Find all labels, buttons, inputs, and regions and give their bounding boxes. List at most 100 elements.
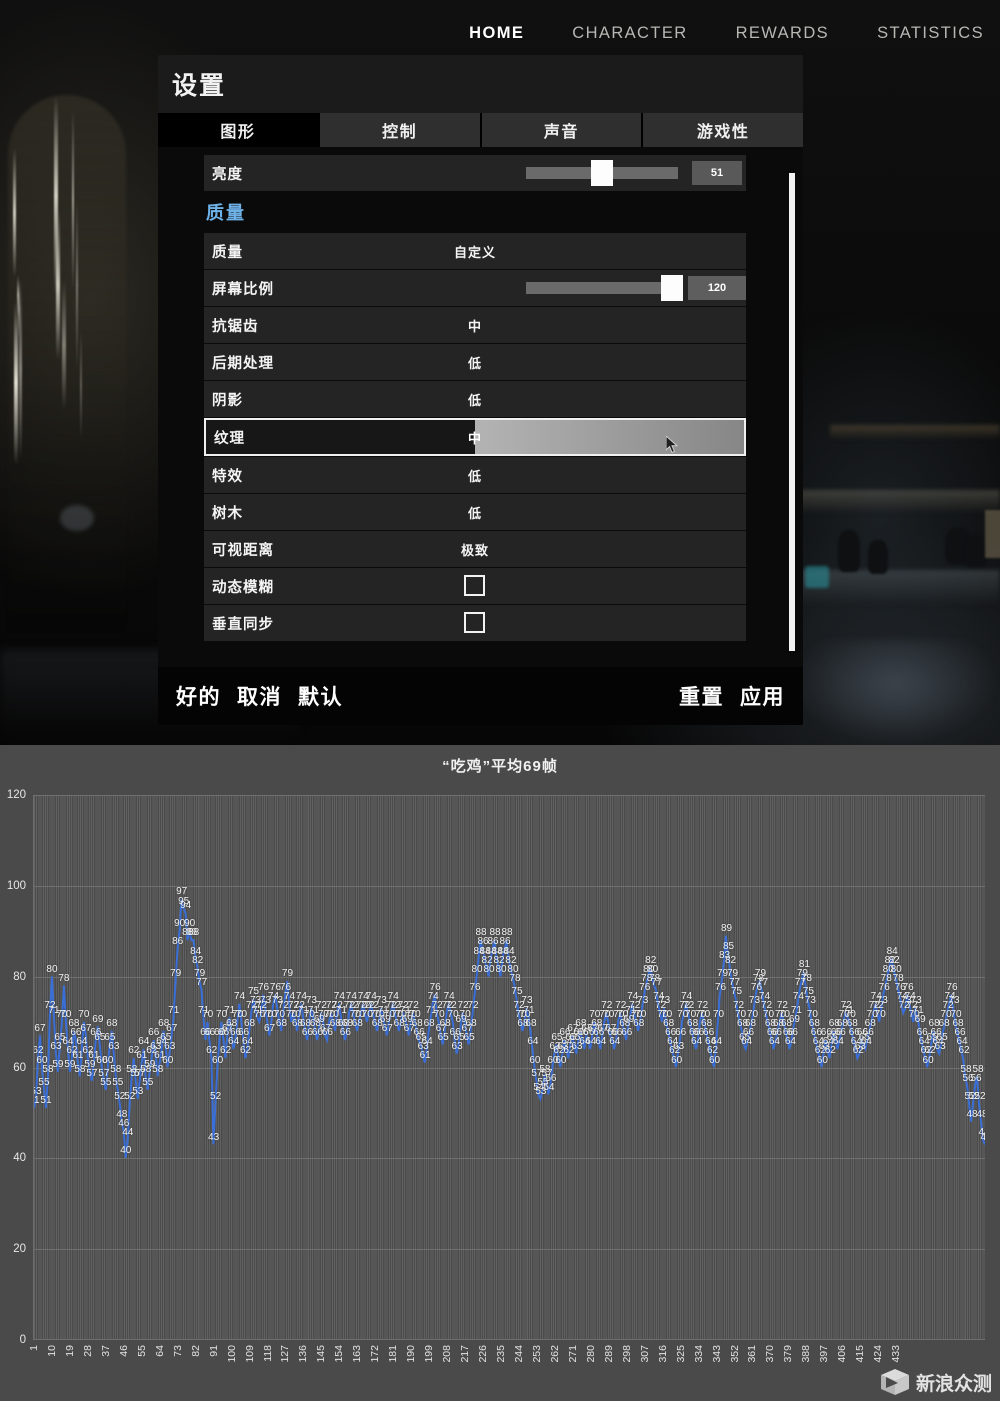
chart-x-tick-label: 64	[153, 1345, 166, 1357]
nav-item-character[interactable]: CHARACTER	[572, 24, 687, 43]
background-rock	[60, 505, 94, 531]
chart-x-tick-label: 298	[620, 1345, 633, 1363]
chart-y-axis-labels: 0 20 40 60 80 100 120	[0, 789, 30, 1346]
setting-row-screen-ratio[interactable]: 屏幕比例 120	[204, 270, 746, 306]
watermark: 新浪众测	[878, 1367, 992, 1397]
reset-button[interactable]: 重置	[679, 681, 724, 711]
settings-title: 设置	[172, 72, 227, 100]
light-streak	[62, 280, 66, 410]
chart-x-tick-label: 406	[836, 1345, 849, 1363]
setting-row-motion-blur[interactable]: 动态模糊	[204, 568, 746, 604]
cancel-button[interactable]: 取消	[237, 681, 282, 711]
setting-row-foliage[interactable]: 树木 低	[204, 494, 746, 530]
top-navigation: HOME CHARACTER REWARDS STATISTICS	[0, 18, 1000, 48]
chart-y-tick-label: 20	[13, 1243, 26, 1256]
chart-y-tick-label: 100	[6, 879, 26, 892]
chart-x-tick-label: 136	[297, 1345, 310, 1363]
light-streak	[13, 148, 16, 278]
watermark-text: 新浪众测	[915, 1373, 992, 1395]
chart-x-tick-label: 316	[656, 1345, 669, 1363]
chart-line-series	[34, 795, 985, 1339]
setting-highlight	[475, 420, 744, 454]
setting-row-view-distance[interactable]: 可视距离 极致	[204, 531, 746, 567]
setting-row-textures[interactable]: 纹理 中	[204, 418, 746, 456]
motion-blur-checkbox[interactable]	[464, 575, 485, 596]
chart-x-tick-label: 424	[872, 1345, 885, 1363]
setting-row-brightness[interactable]: 亮度 51	[204, 155, 746, 191]
setting-label-shadows: 阴影	[212, 392, 243, 409]
footer-right-buttons: 重置 应用	[679, 681, 785, 711]
chart-title: “吃鸡”平均69帧	[442, 758, 558, 775]
chart-x-tick-label: 172	[369, 1345, 382, 1363]
background-archway	[8, 95, 126, 635]
chart-x-tick-label: 109	[243, 1345, 256, 1363]
setting-row-quality[interactable]: 质量 自定义	[204, 233, 746, 269]
chart-x-tick-label: 163	[351, 1345, 364, 1363]
nav-item-home[interactable]: HOME	[469, 24, 524, 43]
setting-row-post-processing[interactable]: 后期处理 低	[204, 344, 746, 380]
chart-y-tick-label: 0	[19, 1334, 26, 1346]
chart-x-tick-label: 307	[638, 1345, 651, 1363]
background-object	[838, 530, 860, 572]
tab-audio[interactable]: 声音	[481, 113, 642, 147]
background-crate	[985, 510, 1000, 558]
chart-x-tick-label: 388	[800, 1345, 813, 1363]
chart-x-tick-label: 73	[171, 1345, 184, 1357]
settings-scrollbar-thumb[interactable]	[789, 173, 795, 651]
setting-label-motion-blur: 动态模糊	[212, 579, 274, 596]
chart-x-tick-label: 370	[764, 1345, 777, 1363]
chart-x-tick-label: 10	[45, 1345, 58, 1357]
setting-label-brightness: 亮度	[212, 166, 243, 183]
chart-x-tick-label: 190	[405, 1345, 418, 1363]
chart-x-tick-label: 253	[530, 1345, 543, 1363]
setting-row-effects[interactable]: 特效 低	[204, 457, 746, 493]
chart-x-tick-label: 361	[746, 1345, 759, 1363]
chart-x-tick-label: 199	[423, 1345, 436, 1363]
screen-ratio-slider-thumb[interactable]	[660, 275, 683, 301]
brightness-slider-thumb[interactable]	[591, 160, 613, 186]
background-shelf	[830, 425, 1000, 439]
setting-label-screen-ratio: 屏幕比例	[212, 281, 274, 298]
background-can	[805, 566, 829, 588]
vsync-checkbox[interactable]	[464, 612, 485, 633]
background-object	[868, 540, 888, 574]
section-heading-quality: 质量	[206, 203, 246, 223]
apply-button[interactable]: 应用	[740, 681, 785, 711]
chart-x-tick-label: 55	[135, 1345, 148, 1357]
chart-x-tick-label: 19	[63, 1345, 76, 1357]
chart-x-axis-labels: 1 10 19 28 37 46 55 64 73 82 91 100 109 118 127 136 145 1…	[28, 1343, 985, 1401]
setting-row-anti-aliasing[interactable]: 抗锯齿 中	[204, 307, 746, 343]
screen-ratio-value: 120	[688, 276, 746, 300]
default-button[interactable]: 默认	[298, 681, 343, 711]
cube-logo-icon	[880, 1369, 909, 1395]
tab-controls[interactable]: 控制	[319, 113, 480, 147]
chart-x-tick-label: 271	[566, 1345, 579, 1363]
nav-item-statistics[interactable]: STATISTICS	[877, 24, 984, 43]
chart-x-tick-label: 118	[261, 1345, 274, 1362]
ok-button[interactable]: 好的	[176, 681, 221, 711]
settings-rows-container: 亮度 51 质量 质量 自定义 屏幕比例 120 抗锯齿 中 后期处理 低 阴影…	[158, 147, 803, 667]
setting-label-quality: 质量	[212, 244, 243, 261]
chart-x-tick-label: 82	[189, 1345, 202, 1357]
chart-x-tick-label: 208	[441, 1345, 454, 1363]
chart-y-tick-label: 120	[6, 789, 26, 801]
background-rubble	[790, 640, 1000, 745]
screen-ratio-slider-track[interactable]	[526, 282, 678, 294]
chart-x-tick-label: 37	[99, 1345, 112, 1357]
background-shelf	[800, 490, 1000, 512]
footer-left-buttons: 好的 取消 默认	[176, 681, 343, 711]
setting-row-vsync[interactable]: 垂直同步	[204, 605, 746, 641]
setting-label-effects: 特效	[212, 468, 243, 485]
settings-header: 设置	[158, 55, 803, 113]
chart-x-tick-label: 397	[818, 1345, 831, 1363]
settings-tabs: 图形 控制 声音 游戏性	[158, 113, 803, 147]
tab-gameplay[interactable]: 游戏性	[643, 113, 803, 147]
nav-item-rewards[interactable]: REWARDS	[736, 24, 830, 43]
chart-x-tick-label: 352	[728, 1345, 741, 1363]
chart-x-tick-label: 217	[459, 1345, 472, 1363]
setting-row-shadows[interactable]: 阴影 低	[204, 381, 746, 417]
settings-panel: 设置 图形 控制 声音 游戏性 亮度 51 质量 质量 自定义 屏幕比例 120…	[158, 55, 803, 725]
chart-x-tick-label: 262	[548, 1345, 561, 1363]
light-streak	[80, 330, 82, 440]
tab-graphics[interactable]: 图形	[158, 113, 318, 147]
